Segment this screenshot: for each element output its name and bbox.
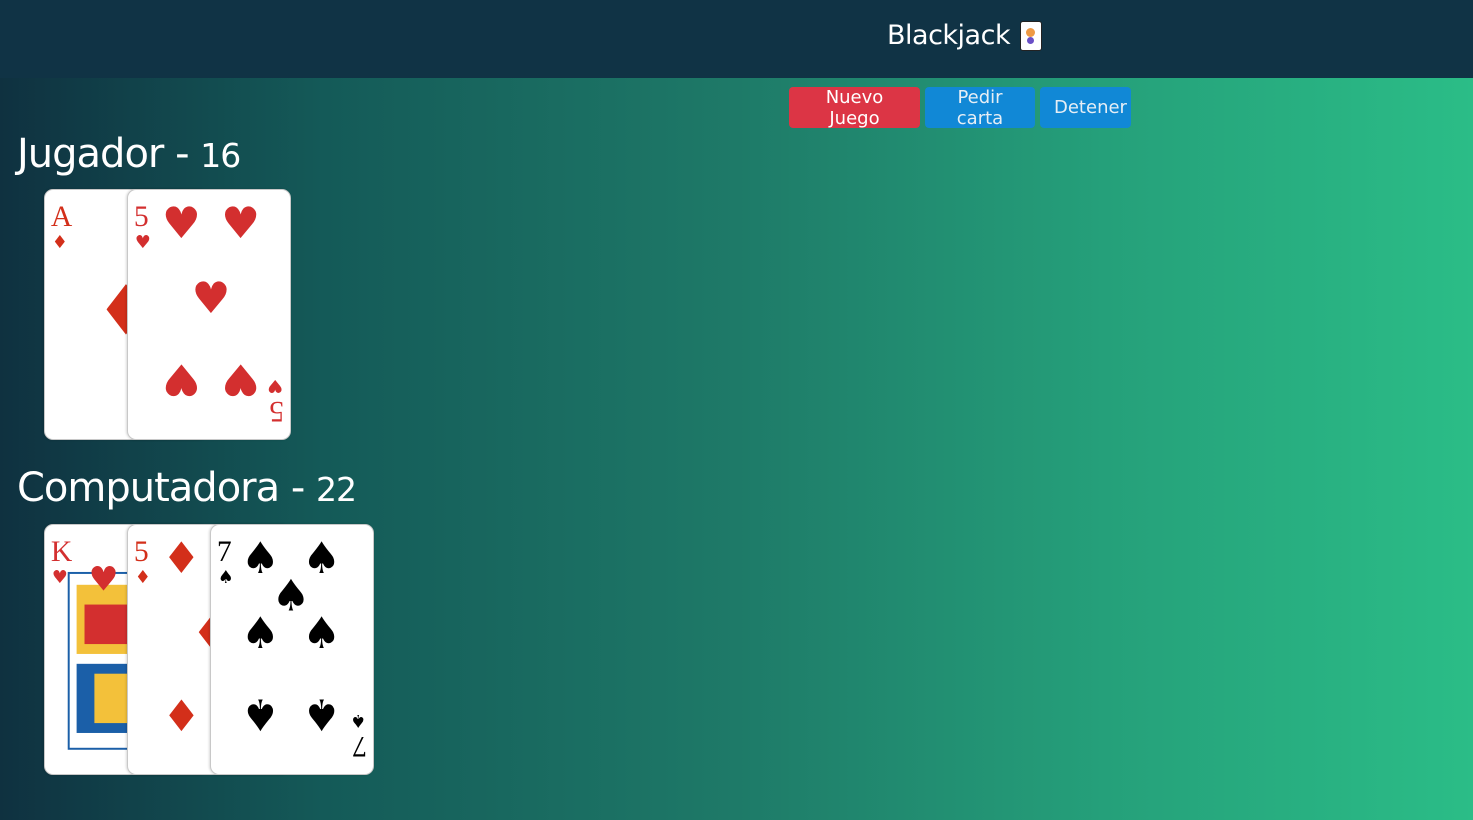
svg-text:7: 7 (352, 730, 367, 762)
svg-text:♠: ♠ (302, 688, 341, 738)
svg-text:K: K (51, 536, 73, 568)
svg-text:5: 5 (269, 395, 284, 427)
svg-text:♦: ♦ (52, 232, 68, 253)
hit-button[interactable]: Pedir carta (925, 87, 1035, 129)
game-controls: Nuevo Juego Pedir carta Detener (789, 87, 1131, 129)
joker-card-icon (1020, 20, 1043, 51)
svg-text:♦: ♦ (162, 534, 201, 584)
svg-text:♠: ♠ (241, 688, 280, 738)
stand-button[interactable]: Detener (1040, 87, 1131, 128)
svg-text:♥: ♥ (135, 232, 151, 253)
svg-text:♠: ♠ (350, 710, 366, 731)
player-heading: Jugador - 16 (17, 131, 241, 177)
svg-text:7: 7 (217, 536, 232, 568)
svg-text:♥: ♥ (267, 375, 283, 396)
computer-score: 22 (316, 470, 357, 509)
card-7-of-spades: 7 ♠ 7 ♠ ♠ ♠ ♠ ♠ ♠ ♠ ♠ (210, 524, 374, 775)
svg-text:♥: ♥ (88, 560, 118, 599)
svg-text:♥: ♥ (162, 199, 201, 249)
computer-heading: Computadora - 22 (17, 465, 357, 511)
svg-text:♥: ♥ (221, 199, 260, 249)
player-score: 16 (200, 136, 241, 175)
svg-text:♠: ♠ (241, 609, 280, 659)
player-name: Jugador (17, 131, 164, 177)
svg-text:♦: ♦ (162, 688, 201, 738)
svg-text:A: A (51, 201, 73, 233)
svg-text:5: 5 (134, 536, 149, 568)
card-5-of-hearts: 5 ♥ 5 ♥ ♥ ♥ ♥ ♥ ♥ (127, 189, 291, 440)
svg-text:♠: ♠ (218, 567, 234, 588)
svg-text:♠: ♠ (302, 609, 341, 659)
svg-text:♦: ♦ (135, 567, 151, 588)
computer-separator: - (290, 465, 305, 511)
app-title-text: Blackjack (887, 20, 1011, 51)
new-game-button[interactable]: Nuevo Juego (789, 87, 920, 129)
svg-text:♥: ♥ (52, 567, 68, 588)
computer-name: Computadora (17, 465, 280, 511)
svg-text:5: 5 (134, 201, 149, 233)
svg-text:♥: ♥ (191, 274, 230, 324)
app-title: Blackjack (887, 20, 1043, 51)
top-bar: Blackjack (0, 0, 1473, 78)
svg-text:♥: ♥ (162, 353, 201, 403)
player-separator: - (175, 131, 189, 177)
svg-text:♥: ♥ (221, 353, 260, 403)
